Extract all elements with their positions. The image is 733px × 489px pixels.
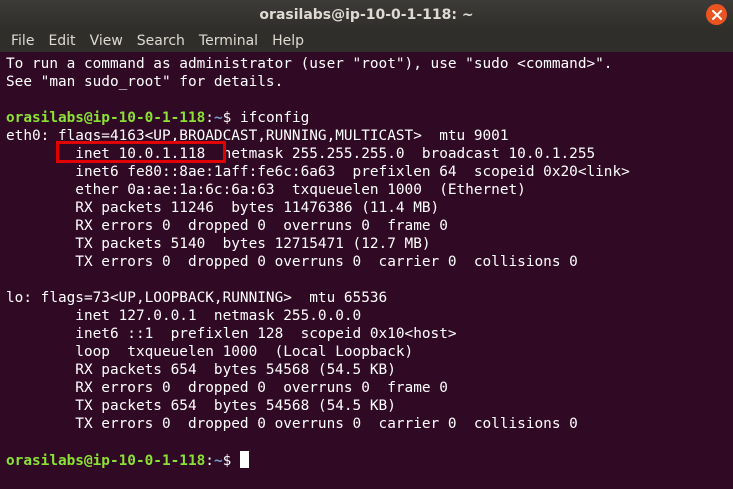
command-text: ifconfig <box>231 110 310 126</box>
output-line: loop txqueuelen 1000 (Local Loopback) <box>6 344 414 360</box>
menu-help[interactable]: Help <box>265 33 311 49</box>
output-line: TX errors 0 dropped 0 overruns 0 carrier… <box>6 254 578 270</box>
prompt-separator: : <box>205 110 214 126</box>
menu-bar: File Edit View Search Terminal Help <box>0 30 733 52</box>
output-line: See "man sudo_root" for details. <box>6 74 284 90</box>
output-line: TX errors 0 dropped 0 overruns 0 carrier… <box>6 416 578 432</box>
output-line: inet 127.0.0.1 netmask 255.0.0.0 <box>6 308 362 324</box>
command-text <box>231 453 240 469</box>
prompt-path: ~ <box>213 453 223 469</box>
menu-terminal[interactable]: Terminal <box>192 33 265 49</box>
menu-search[interactable]: Search <box>130 33 192 49</box>
menu-view[interactable]: View <box>83 33 130 49</box>
prompt-separator: : <box>205 453 214 469</box>
prompt-line: orasilabs@ip-10-0-1-118:~$ ifconfig <box>6 109 733 127</box>
window-title: orasilabs@ip-10-0-1-118: ~ <box>259 7 474 23</box>
output-line: TX packets 5140 bytes 12715471 (12.7 MB) <box>6 236 431 252</box>
output-line: inet6 fe80::8ae:1aff:fe6c:6a63 prefixlen… <box>6 164 630 180</box>
output-line: ether 0a:ae:1a:6c:6a:63 txqueuelen 1000 … <box>6 182 526 198</box>
close-button[interactable] <box>706 4 727 25</box>
output-line: RX errors 0 dropped 0 overruns 0 frame 0 <box>6 380 448 396</box>
title-bar[interactable]: orasilabs@ip-10-0-1-118: ~ <box>0 0 733 30</box>
prompt-symbol: $ <box>222 453 232 469</box>
menu-file[interactable]: File <box>4 33 41 49</box>
close-icon <box>711 9 722 20</box>
output-line: RX errors 0 dropped 0 overruns 0 frame 0 <box>6 218 448 234</box>
output-line: RX packets 654 bytes 54568 (54.5 KB) <box>6 362 396 378</box>
output-line: lo: flags=73<UP,LOOPBACK,RUNNING> mtu 65… <box>6 290 388 306</box>
terminal-window: orasilabs@ip-10-0-1-118: ~ File Edit Vie… <box>0 0 733 489</box>
inet-address-highlight <box>56 141 226 163</box>
text-cursor <box>239 451 249 468</box>
terminal-output[interactable]: To run a command as administrator (user … <box>0 53 733 489</box>
prompt-path: ~ <box>213 110 223 126</box>
output-line: inet6 ::1 prefixlen 128 scopeid 0x10<hos… <box>6 326 457 342</box>
menu-edit[interactable]: Edit <box>41 33 82 49</box>
prompt-symbol: $ <box>222 110 232 126</box>
prompt-user: orasilabs@ip-10-0-1-118 <box>6 453 206 469</box>
prompt-user: orasilabs@ip-10-0-1-118 <box>6 110 206 126</box>
output-line: To run a command as administrator (user … <box>6 56 613 72</box>
output-line: RX packets 11246 bytes 11476386 (11.4 MB… <box>6 200 440 216</box>
output-line: TX packets 654 bytes 54568 (54.5 KB) <box>6 398 396 414</box>
prompt-line: orasilabs@ip-10-0-1-118:~$ <box>6 451 733 469</box>
